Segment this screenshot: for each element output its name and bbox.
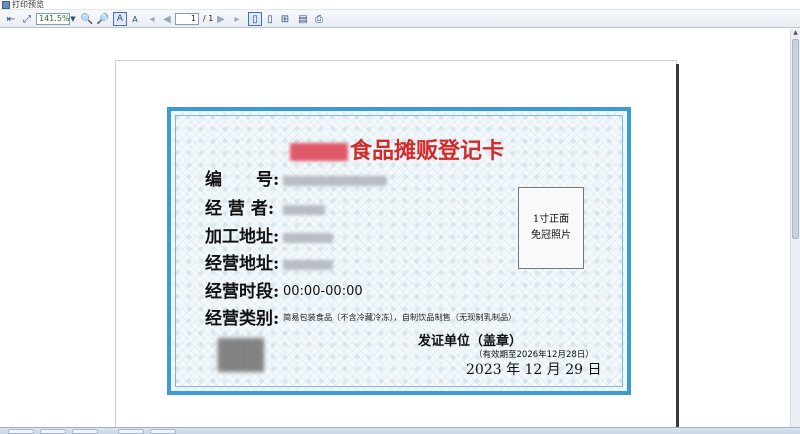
first-page-icon[interactable]: ◂	[145, 12, 159, 26]
vertical-scrollbar[interactable]: ▲	[790, 29, 800, 427]
photo-placeholder: 1寸正面 免冠照片	[518, 187, 584, 269]
font-larger-icon[interactable]: A	[113, 12, 127, 26]
qr-code	[218, 338, 264, 372]
zoom-dropdown-icon[interactable]: ▼	[69, 12, 77, 26]
redacted-business-address	[283, 259, 333, 270]
value-operator	[283, 199, 325, 219]
label-business-hours: 经营时段:	[205, 282, 280, 302]
photo-line-1: 1寸正面	[532, 214, 570, 225]
preview-toolbar: ⇤ ⤢ 141.5% ▼ 🔍 🔎 A A ◂ ◀ 1 / 1 ▶ ▸ ▯ ▯ ⊞…	[0, 10, 800, 28]
taskbar-item[interactable]	[150, 429, 176, 434]
zoom-in-icon[interactable]: 🔎	[96, 12, 110, 26]
redacted-processing-address	[283, 232, 333, 243]
last-page-icon[interactable]: ▸	[230, 12, 244, 26]
redacted-operator	[283, 204, 325, 215]
taskbar-item[interactable]	[72, 429, 98, 434]
card-title: 食品摊贩登记卡	[290, 138, 504, 164]
label-processing-address: 加工地址:	[205, 227, 280, 247]
taskbar-item[interactable]	[40, 429, 66, 434]
zoom-out-icon[interactable]: 🔍	[80, 12, 94, 26]
app-icon	[2, 1, 10, 9]
card-title-text: 食品摊贩登记卡	[350, 138, 505, 164]
fit-page-icon[interactable]: ⤢	[20, 12, 34, 26]
value-business-category: 简易包装食品（不含冷藏冷冻），自制饮品制售（无现制乳制品）	[283, 312, 517, 322]
font-smaller-icon[interactable]: A	[128, 12, 142, 26]
single-page-view-icon[interactable]: ▯	[248, 12, 262, 26]
multi-page-view-icon[interactable]: ⊞	[278, 12, 292, 26]
fit-width-icon[interactable]: ⇤	[4, 12, 18, 26]
page-number-input[interactable]: 1	[175, 13, 199, 25]
taskbar-item[interactable]	[118, 429, 144, 434]
zoom-value: 141.5%	[39, 14, 70, 23]
page-setup-icon[interactable]: ▤	[296, 12, 310, 26]
taskbar	[0, 427, 800, 434]
issue-date: 2023 年 12 月 29 日	[466, 362, 602, 378]
window-titlebar: 打印预览	[0, 0, 800, 10]
label-operator: 经 营 者:	[205, 199, 275, 219]
scroll-thumb[interactable]	[792, 39, 799, 239]
label-business-category: 经营类别:	[205, 309, 280, 329]
value-business-hours: 00:00-00:00	[283, 284, 363, 299]
window-title: 打印预览	[12, 0, 44, 9]
issuer-seal-label: 发证单位（盖章）	[418, 334, 523, 349]
print-icon[interactable]: ⎙	[312, 12, 326, 26]
photo-line-2: 免冠照片	[531, 230, 571, 241]
redacted-number	[283, 175, 387, 186]
next-page-icon[interactable]: ▶	[214, 12, 228, 26]
label-business-address: 经营地址:	[205, 254, 280, 274]
scroll-up-icon[interactable]: ▲	[792, 29, 799, 37]
page-total: / 1	[203, 14, 214, 23]
taskbar-item[interactable]	[8, 429, 34, 434]
value-number	[283, 170, 387, 190]
label-number: 编 号:	[205, 170, 280, 190]
value-business-address	[283, 254, 333, 274]
previous-page-icon[interactable]: ◀	[160, 12, 174, 26]
two-page-view-icon[interactable]: ▯	[263, 12, 277, 26]
zoom-select[interactable]: 141.5%	[36, 13, 70, 25]
redacted-region	[290, 143, 348, 161]
value-processing-address	[283, 227, 333, 247]
